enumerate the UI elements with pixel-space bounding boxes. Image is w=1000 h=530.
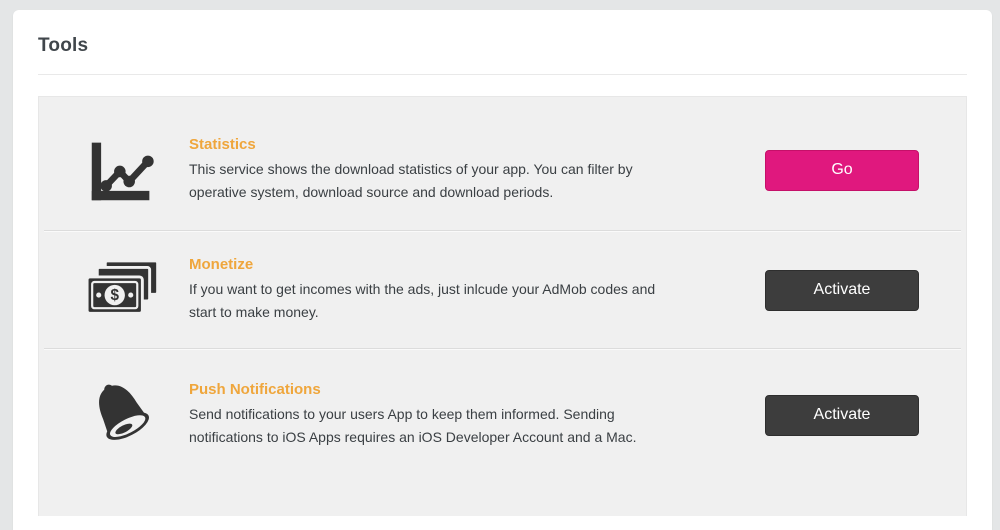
svg-text:$: $ [110,287,119,304]
tool-title: Push Notifications [189,381,321,398]
line-chart-icon [81,134,163,206]
page-title: Tools [38,35,967,75]
go-button[interactable]: Go [765,149,919,191]
tools-panel: Statistics This service shows the downlo… [38,96,967,516]
tool-text-monetize: Monetize If you want to get incomes with… [189,256,765,324]
tool-row-statistics: Statistics This service shows the downlo… [39,110,966,230]
tool-text-push-notifications: Push Notifications Send notifications to… [189,381,765,449]
tools-card: Tools Statistics This service shows the … [13,10,992,530]
tool-row-monetize: $ Monetize If you want to get incomes wi… [39,232,966,348]
tool-text-statistics: Statistics This service shows the downlo… [189,136,765,204]
bell-icon [81,374,163,456]
tool-title: Statistics [189,136,256,153]
activate-push-button[interactable]: Activate [765,394,919,436]
tool-row-push-notifications: Push Notifications Send notifications to… [39,350,966,480]
tool-description: If you want to get incomes with the ads,… [189,281,656,320]
tool-title: Monetize [189,256,254,273]
activate-monetize-button[interactable]: Activate [765,269,919,311]
money-icon: $ [81,259,163,321]
card-header: Tools [13,10,992,75]
tool-description: Send notifications to your users App to … [189,406,637,445]
tool-description: This service shows the download statisti… [189,161,633,200]
